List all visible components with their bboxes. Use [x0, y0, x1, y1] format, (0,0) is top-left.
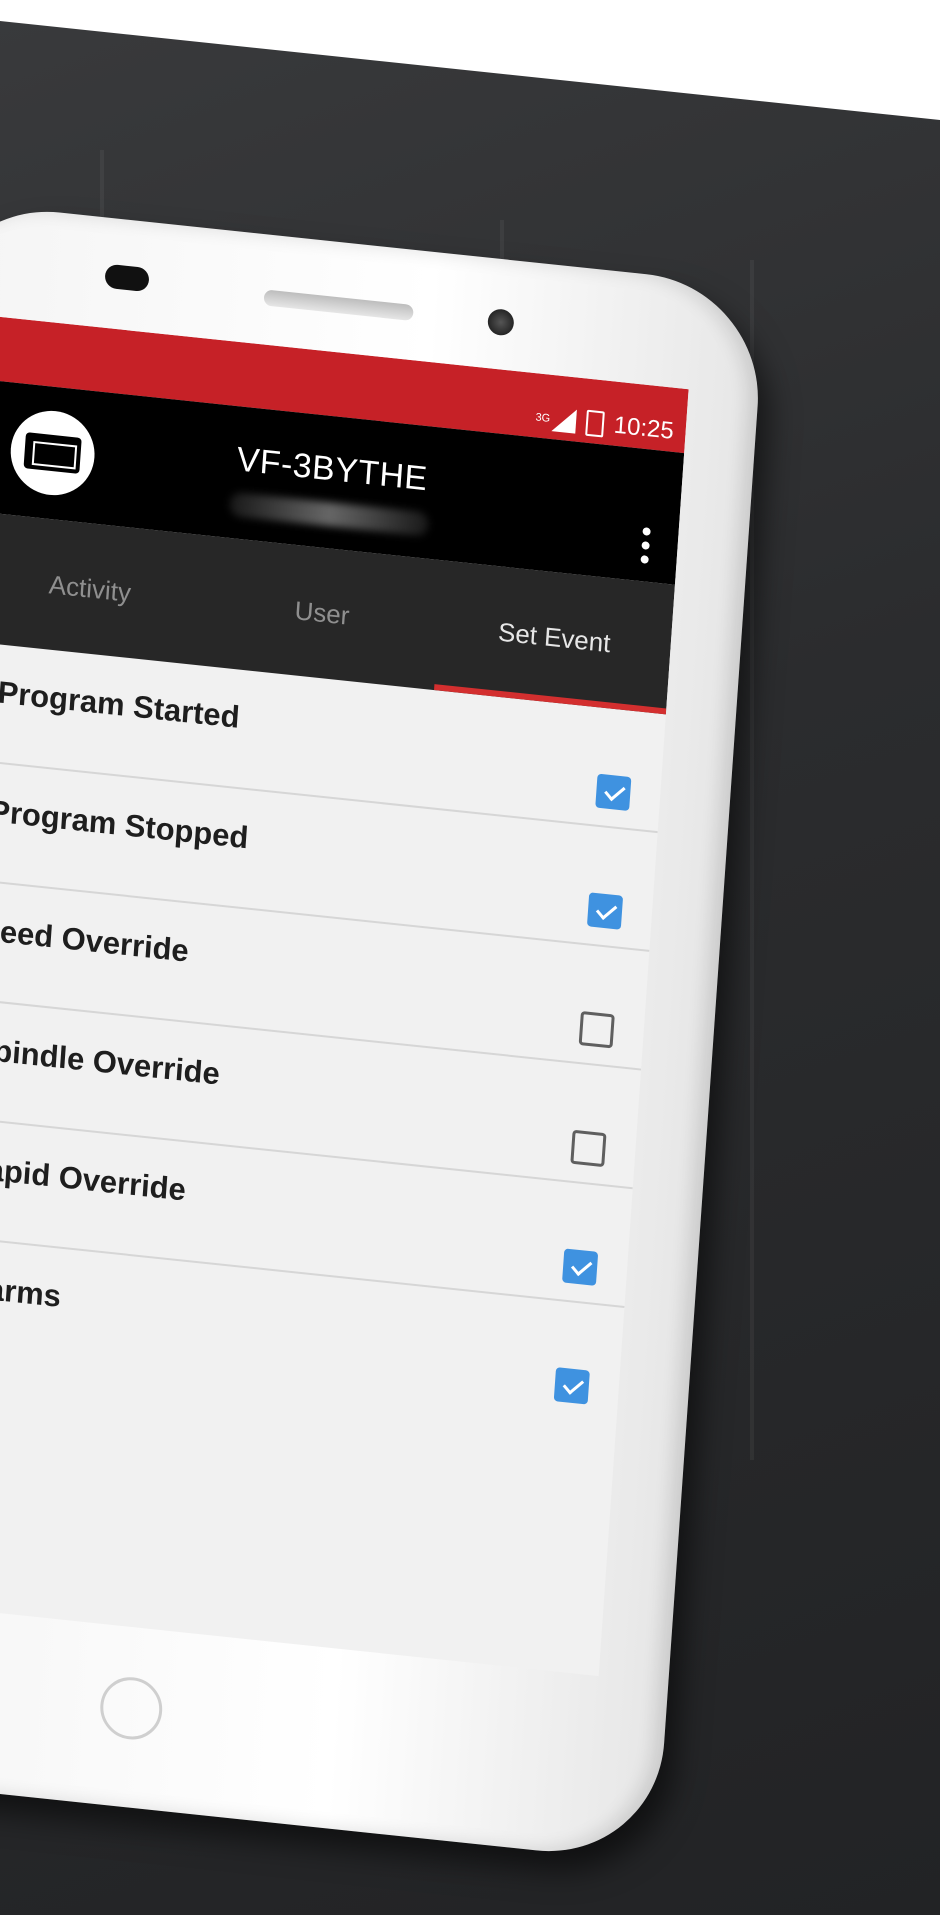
- menu-dot: [641, 541, 650, 550]
- event-label: Rapid Override: [0, 1149, 188, 1208]
- overflow-menu-icon[interactable]: [640, 527, 651, 564]
- event-checkbox[interactable]: [586, 892, 624, 930]
- event-checkbox[interactable]: [562, 1248, 599, 1286]
- phone-device: 3G 10:25 VF-3BYTHE Activity User Set Eve…: [0, 200, 766, 1863]
- event-label: Spindle Override: [0, 1030, 222, 1092]
- front-camera-icon: [486, 307, 515, 337]
- tab-set-event[interactable]: Set Event: [434, 560, 675, 714]
- menu-dot: [642, 527, 651, 536]
- event-label: Alarms: [0, 1268, 63, 1314]
- menu-dot: [640, 555, 649, 564]
- event-checkbox[interactable]: [578, 1010, 615, 1049]
- signal-icon: [551, 407, 577, 434]
- event-label: Program Started: [0, 674, 241, 735]
- event-list: Program Started Program Stopped Feed Ove…: [0, 641, 666, 1424]
- battery-icon: [585, 409, 605, 438]
- status-time: 10:25: [612, 411, 675, 445]
- earpiece-speaker: [263, 289, 414, 322]
- proximity-sensor: [104, 263, 150, 293]
- promo-stage: 3G 10:25 VF-3BYTHE Activity User Set Eve…: [0, 0, 940, 1915]
- event-label: Feed Override: [0, 911, 190, 969]
- tab-activity[interactable]: Activity: [0, 512, 211, 666]
- event-checkbox[interactable]: [595, 773, 632, 812]
- event-label: Program Stopped: [0, 793, 250, 856]
- tab-user[interactable]: User: [201, 536, 442, 690]
- phone-screen: 3G 10:25 VF-3BYTHE Activity User Set Eve…: [0, 316, 689, 1677]
- event-checkbox[interactable]: [570, 1129, 607, 1168]
- home-button[interactable]: [98, 1674, 165, 1743]
- event-checkbox[interactable]: [553, 1367, 590, 1405]
- blurred-subtitle: [228, 491, 430, 537]
- network-type: 3G: [535, 411, 551, 425]
